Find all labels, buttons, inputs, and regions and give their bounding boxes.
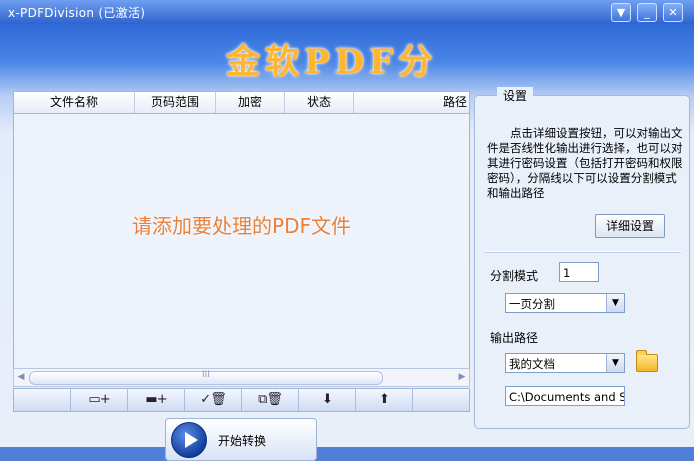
output-path-input[interactable]: C:\Documents and Se: [505, 386, 625, 406]
settings-legend: 设置: [497, 87, 534, 104]
split-mode-value: 一页分割: [509, 297, 555, 311]
window-title: x-PDFDivision (已激活): [8, 6, 146, 20]
delete-checked-button[interactable]: ✓🗑: [184, 389, 241, 411]
folder-icon[interactable]: [636, 350, 658, 372]
play-icon: [171, 422, 207, 458]
title-bar: x-PDFDivision (已激活) ▼ _ ✕: [0, 0, 694, 24]
column-page-range[interactable]: 页码范围: [135, 92, 216, 113]
output-path-dropdown[interactable]: 我的文档 ▼: [505, 353, 625, 373]
column-path-label: 路径: [442, 95, 467, 109]
close-button[interactable]: ✕: [663, 3, 683, 22]
split-mode-dropdown[interactable]: 一页分割 ▼: [505, 293, 625, 313]
check-delete-icon: ✓🗑: [200, 392, 226, 407]
copy-delete-icon: ⧉🗑: [258, 392, 283, 407]
move-down-button[interactable]: ⬇: [298, 389, 355, 411]
split-mode-label: 分割模式: [490, 269, 539, 283]
output-path-dropdown-value: 我的文档: [509, 357, 555, 371]
file-list[interactable]: 文件名称 页码范围 加密 状态 路径 请添加要处理的PDF文件: [13, 91, 470, 369]
column-file-name[interactable]: 文件名称: [14, 92, 135, 113]
add-file-icon: ▭+: [88, 392, 110, 407]
start-convert-button[interactable]: 开始转换: [165, 418, 317, 461]
horizontal-scrollbar[interactable]: ◀ III ▶: [13, 368, 470, 387]
chevron-down-icon[interactable]: ▼: [606, 354, 624, 372]
settings-group: 设置 点击详细设置按钮，可以对输出文件是否线性化输出进行选择，也可以对其进行密码…: [474, 87, 690, 429]
minimize-button[interactable]: _: [637, 3, 657, 22]
column-status[interactable]: 状态: [285, 92, 354, 113]
arrow-up-icon: ⬆: [379, 392, 390, 407]
column-encrypt[interactable]: 加密: [216, 92, 285, 113]
detail-settings-button[interactable]: 详细设置: [595, 214, 665, 238]
settings-divider: [485, 251, 681, 253]
delete-all-button[interactable]: ⧉🗑: [241, 389, 298, 411]
scroll-thumb[interactable]: III: [29, 370, 383, 385]
menu-button[interactable]: ▼: [611, 3, 631, 22]
start-convert-label: 开始转换: [218, 434, 267, 448]
settings-description: 点击详细设置按钮，可以对输出文件是否线性化输出进行选择，也可以对其进行密码设置（…: [487, 126, 683, 200]
output-path-label: 输出路径: [490, 331, 539, 345]
add-file-button[interactable]: ▭+: [70, 389, 127, 411]
list-toolbar: ▭+ ▬+ ✓🗑 ⧉🗑 ⬇ ⬆: [13, 388, 470, 412]
scroll-grip-icon: III: [202, 370, 210, 380]
app-logo: 金软PDF分割: [226, 42, 438, 131]
arrow-down-icon: ⬇: [322, 392, 333, 407]
empty-list-placeholder: 请添加要处理的PDF文件: [132, 214, 351, 238]
add-folder-icon: ▬+: [145, 392, 167, 407]
chevron-down-icon[interactable]: ▼: [606, 294, 624, 312]
move-up-button[interactable]: ⬆: [355, 389, 413, 411]
add-folder-button[interactable]: ▬+: [127, 389, 184, 411]
file-list-header: 文件名称 页码范围 加密 状态 路径: [14, 92, 469, 114]
scroll-left-icon[interactable]: ◀: [14, 370, 28, 384]
split-count-input[interactable]: 1: [559, 262, 599, 282]
scroll-right-icon[interactable]: ▶: [455, 370, 469, 384]
column-path[interactable]: 路径: [354, 92, 469, 113]
